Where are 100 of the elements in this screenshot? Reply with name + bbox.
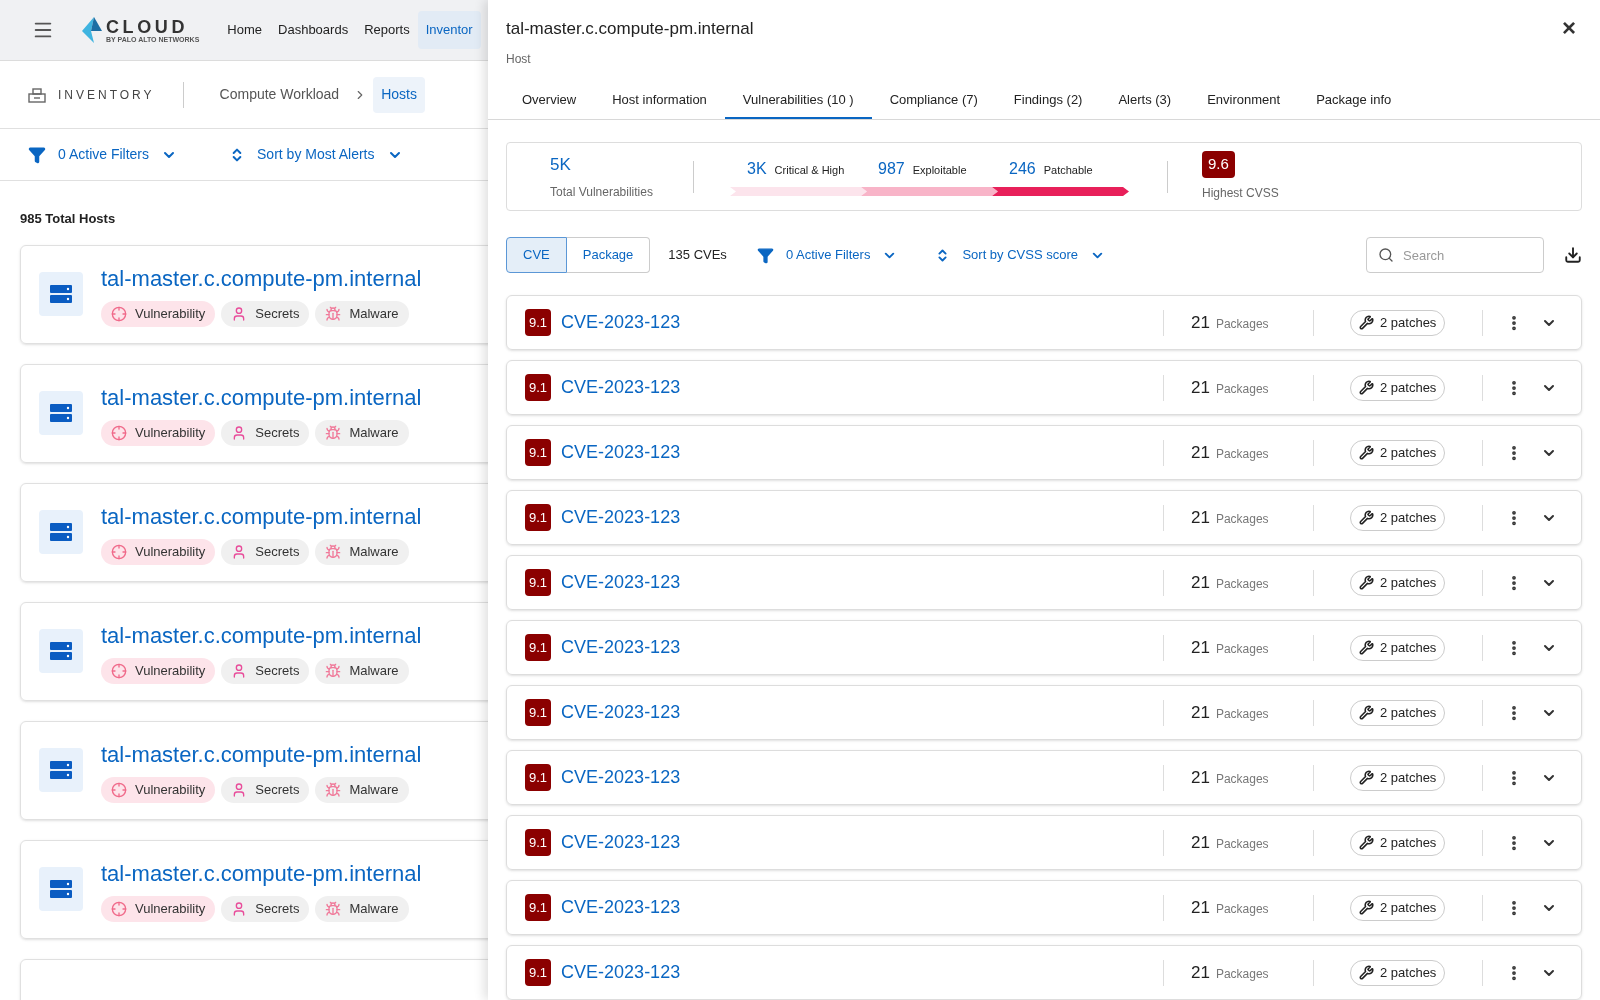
tab[interactable]: Environment [1189, 85, 1299, 119]
filter-icon [28, 145, 46, 164]
package-label: Packages [1215, 510, 1269, 528]
tab[interactable]: Findings (2) [995, 85, 1101, 119]
cvss-badge: 9.1 [525, 308, 552, 337]
breadcrumb-item[interactable]: Compute Workload [211, 76, 348, 113]
cvss-label: Highest CVSS [1202, 184, 1279, 202]
server-icon [39, 272, 83, 316]
filter-icon [756, 246, 774, 264]
crosshair-icon [111, 424, 127, 441]
host-name[interactable]: tal-master.c.compute-pm.internal [101, 856, 422, 890]
package-count: 21 [1191, 961, 1210, 984]
sort-button[interactable]: Sort by Most Alerts [229, 144, 403, 165]
host-name[interactable]: tal-master.c.compute-pm.internal [101, 261, 422, 295]
package-count: 21 [1191, 896, 1210, 919]
cve-row[interactable]: 9.1 CVE-2023-123 21 Packages 2 patches [506, 750, 1582, 805]
segment-value: 246 [1009, 159, 1036, 179]
crosshair-icon [111, 543, 127, 560]
cve-row[interactable]: 9.1 CVE-2023-123 21 Packages 2 patches [506, 685, 1582, 740]
breadcrumb-item[interactable]: Hosts [373, 76, 425, 113]
tag-label: Vulnerability [135, 899, 206, 918]
sort-button[interactable]: Sort by CVSS score [935, 245, 1105, 265]
tag-label: Malware [349, 423, 399, 442]
package-count: 21 [1191, 831, 1210, 854]
total-value: 5K [550, 153, 572, 176]
tag-label: Malware [349, 661, 399, 680]
package-count: 21 [1191, 441, 1210, 464]
filter-button[interactable]: 0 Active Filters [756, 245, 898, 265]
nav-item[interactable]: Dashboards [270, 11, 357, 49]
tag-label: Secrets [255, 780, 300, 799]
host-name[interactable]: tal-master.c.compute-pm.internal [101, 737, 422, 771]
cve-row[interactable]: 9.1 CVE-2023-123 21 Packages 2 patches [506, 425, 1582, 480]
tag-label: Vulnerability [135, 661, 206, 680]
crosshair-icon [111, 781, 127, 798]
server-icon [39, 867, 83, 911]
nav-item[interactable]: Home [219, 11, 271, 49]
nav-item[interactable]: Reports [356, 11, 418, 49]
host-name[interactable]: tal-master.c.compute-pm.internal [101, 380, 422, 414]
cvss-badge: 9.1 [525, 633, 552, 662]
tag-label: Secrets [255, 661, 300, 680]
segment-value: 3K [747, 159, 767, 179]
server-icon [39, 391, 83, 435]
cve-row[interactable]: 9.1 CVE-2023-123 21 Packages 2 patches [506, 815, 1582, 870]
wrench-icon [1359, 510, 1374, 525]
cve-link[interactable]: CVE-2023-123 [561, 959, 681, 986]
server-icon [39, 748, 83, 792]
package-count: 21 [1191, 376, 1210, 399]
tag-label: Malware [349, 899, 399, 918]
package-count: 21 [1191, 571, 1210, 594]
cve-row[interactable]: 9.1 CVE-2023-123 21 Packages 2 patches [506, 490, 1582, 545]
filter-button[interactable]: 0 Active Filters [28, 144, 178, 165]
cve-row[interactable]: 9.1 CVE-2023-123 21 Packages 2 patches [506, 620, 1582, 675]
view-toggle[interactable]: CVE [506, 237, 567, 273]
cvss-badge: 9.1 [525, 438, 552, 467]
section-label: INVENTORY [58, 86, 155, 104]
search-icon [1378, 247, 1394, 263]
package-label: Packages [1215, 965, 1269, 983]
logo-icon [82, 17, 102, 43]
tab[interactable]: Compliance (7) [871, 85, 996, 119]
cve-row[interactable]: 9.1 CVE-2023-123 21 Packages 2 patches [506, 555, 1582, 610]
package-label: Packages [1215, 705, 1269, 723]
wrench-icon [1359, 770, 1374, 785]
tab[interactable]: Package info [1298, 85, 1410, 119]
bug-icon [325, 543, 342, 560]
host-name[interactable]: tal-master.c.compute-pm.internal [101, 499, 422, 533]
segment-value: 987 [878, 159, 905, 179]
total-label: Total Vulnerabilities [550, 184, 654, 202]
tag-label: Malware [349, 542, 399, 561]
crosshair-icon [111, 305, 127, 322]
cve-row[interactable]: 9.1 CVE-2023-123 21 Packages 2 patches [506, 360, 1582, 415]
segment-label: Critical & High [774, 163, 845, 178]
cve-row[interactable]: 9.1 CVE-2023-123 21 Packages 2 patches [506, 945, 1582, 1000]
close-button[interactable]: × [1562, 16, 1576, 40]
wrench-icon [1359, 640, 1374, 655]
cvss-badge: 9.6 [1202, 151, 1235, 178]
segment-label: Exploitable [912, 163, 967, 178]
download-icon[interactable] [1564, 246, 1582, 264]
host-name[interactable]: tal-master.c.compute-pm.internal [101, 618, 422, 652]
tab[interactable]: Host information [594, 85, 725, 119]
tag-label: Secrets [255, 304, 300, 323]
view-toggle[interactable]: Package [566, 237, 651, 273]
cvss-badge: 9.1 [525, 568, 552, 597]
tab[interactable]: Alerts (3) [1100, 85, 1190, 119]
package-label: Packages [1215, 900, 1269, 918]
tag-label: Malware [349, 304, 399, 323]
crosshair-icon [111, 662, 127, 679]
cve-row[interactable]: 9.1 CVE-2023-123 21 Packages 2 patches [506, 880, 1582, 935]
package-label: Packages [1215, 640, 1269, 658]
tag-label: Vulnerability [135, 304, 206, 323]
tab[interactable]: Vulnerabilities (10 ) [724, 85, 872, 119]
tab[interactable]: Overview [504, 85, 595, 119]
package-label: Packages [1215, 445, 1269, 463]
search-field[interactable]: Search [1366, 237, 1544, 273]
cve-row[interactable]: 9.1 CVE-2023-123 21 Packages 2 patches [506, 295, 1582, 350]
cvss-badge: 9.1 [525, 503, 552, 532]
tag-label: Malware [349, 780, 399, 799]
bug-icon [325, 424, 342, 441]
tag-label: Vulnerability [135, 542, 206, 561]
nav-item[interactable]: Inventor [417, 11, 481, 49]
bug-icon [325, 662, 342, 679]
